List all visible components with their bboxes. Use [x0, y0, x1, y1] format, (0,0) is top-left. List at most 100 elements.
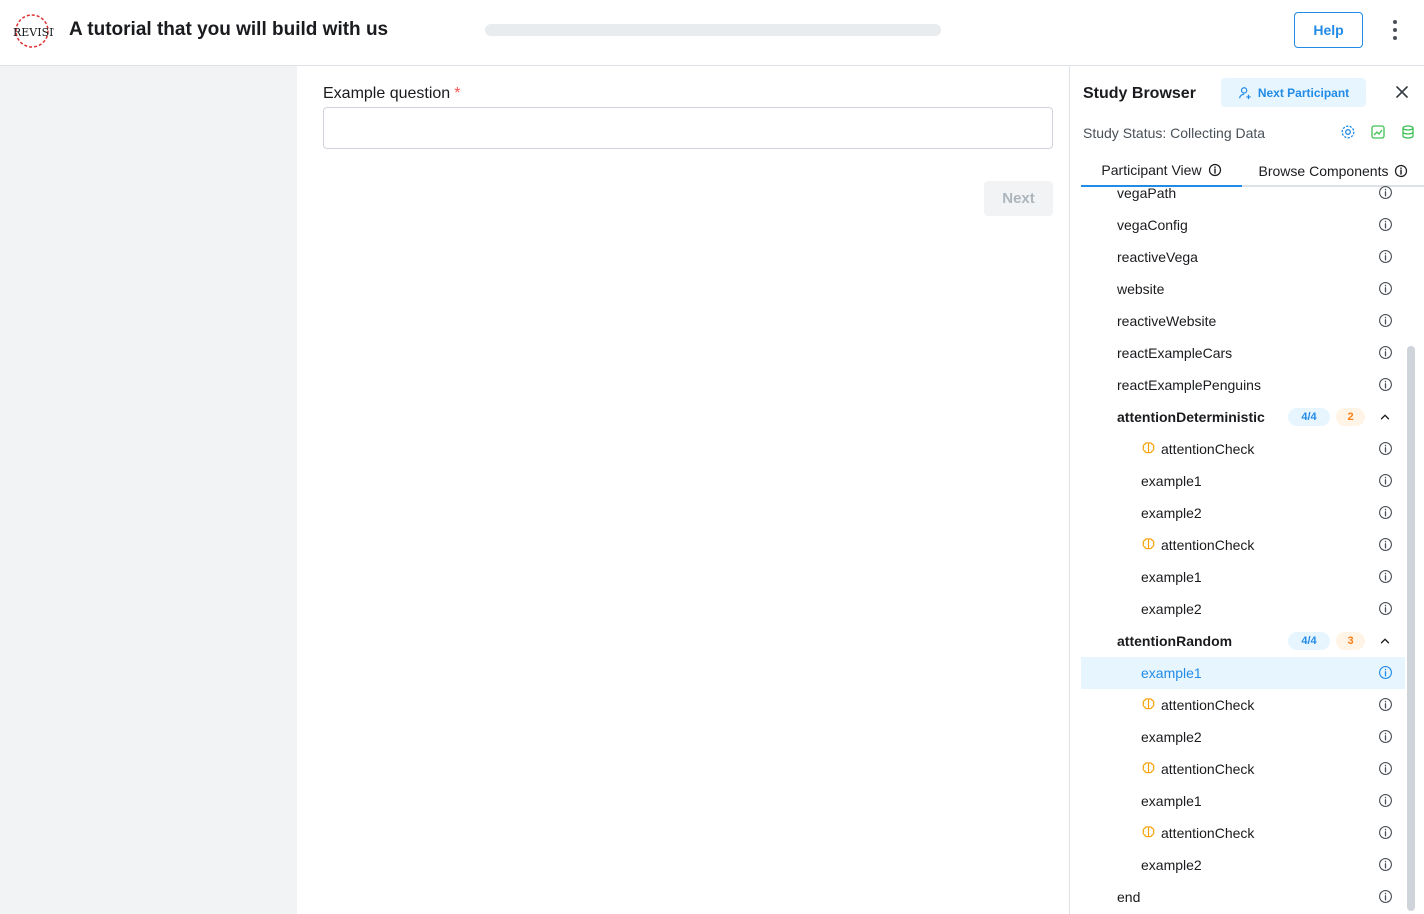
tree-row[interactable]: reactiveWebsite: [1081, 305, 1405, 337]
tree-row[interactable]: example1: [1081, 465, 1405, 497]
required-mark: *: [454, 85, 461, 102]
study-browser-title: Study Browser: [1083, 85, 1196, 102]
tree-row-label: reactExampleCars: [1117, 345, 1233, 361]
tree-row-label: attentionCheck: [1161, 761, 1255, 777]
info-icon[interactable]: [1378, 857, 1393, 872]
info-icon[interactable]: [1378, 889, 1393, 904]
tree-group-row[interactable]: attentionRandom 4/4 3: [1081, 625, 1405, 657]
tree-row[interactable]: attentionCheck: [1081, 753, 1405, 785]
tree-row-label: attentionRandom: [1117, 633, 1233, 649]
info-icon[interactable]: [1378, 569, 1393, 584]
tree-row-label: reactExamplePenguins: [1117, 377, 1261, 393]
left-pane: [0, 66, 297, 914]
completion-badge: 4/4: [1288, 632, 1330, 650]
info-icon[interactable]: [1378, 441, 1393, 456]
tree-row-label: vegaPath: [1117, 185, 1177, 201]
completion-badge: 4/4: [1288, 408, 1330, 426]
tree-row[interactable]: website: [1081, 273, 1405, 305]
close-icon[interactable]: [1394, 84, 1410, 100]
brain-icon: [1141, 825, 1156, 840]
brain-icon: [1141, 537, 1156, 552]
tree-row-label: end: [1117, 889, 1141, 905]
info-icon[interactable]: [1378, 185, 1393, 200]
info-icon[interactable]: [1378, 249, 1393, 264]
info-icon[interactable]: [1378, 761, 1393, 776]
question-label: Example question *: [323, 85, 461, 102]
tree-row[interactable]: reactExamplePenguins: [1081, 369, 1405, 401]
info-icon[interactable]: [1378, 217, 1393, 232]
chevron-up-icon[interactable]: [1378, 634, 1392, 648]
next-participant-button[interactable]: Next Participant: [1221, 78, 1366, 107]
tree-row[interactable]: attentionCheck: [1081, 817, 1405, 849]
status-actions: [1340, 124, 1416, 140]
order-badge: 2: [1336, 408, 1365, 426]
tree-scrollbar[interactable]: [1407, 346, 1415, 911]
tree-row-label: example2: [1141, 601, 1202, 617]
tree-row[interactable]: example2: [1081, 497, 1405, 529]
tab-label: Participant View: [1101, 161, 1202, 178]
tree-row-label: attentionCheck: [1161, 441, 1255, 457]
revisit-logo: REVISIT: [13, 14, 54, 48]
question-answer-input[interactable]: [323, 107, 1053, 149]
more-menu-icon[interactable]: [1385, 14, 1405, 46]
tree-row-label: example1: [1141, 665, 1202, 681]
info-icon[interactable]: [1378, 313, 1393, 328]
tree-row-label: example1: [1141, 473, 1202, 489]
database-icon[interactable]: [1400, 124, 1416, 140]
info-icon[interactable]: [1378, 825, 1393, 840]
tree-group-row[interactable]: attentionDeterministic 4/4 2: [1081, 401, 1405, 433]
study-progress-bar: [485, 24, 941, 36]
tree-row[interactable]: example1: [1081, 657, 1405, 689]
tree-row[interactable]: end: [1081, 881, 1405, 913]
tree-row-label: attentionCheck: [1161, 697, 1255, 713]
tree-row-label: attentionCheck: [1161, 825, 1255, 841]
next-participant-label: Next Participant: [1257, 85, 1350, 100]
tree-row-label: example1: [1141, 569, 1202, 585]
main-content: Example question * Next: [297, 66, 1069, 914]
tree-row[interactable]: vegaConfig: [1081, 209, 1405, 241]
tree-row[interactable]: attentionCheck: [1081, 689, 1405, 721]
info-icon[interactable]: [1378, 793, 1393, 808]
info-icon[interactable]: [1378, 729, 1393, 744]
tree-row[interactable]: example2: [1081, 593, 1405, 625]
tree-row[interactable]: example2: [1081, 849, 1405, 881]
tree-row-label: example2: [1141, 505, 1202, 521]
info-icon[interactable]: [1378, 697, 1393, 712]
app-header: REVISIT A tutorial that you will build w…: [0, 0, 1424, 66]
chart-icon[interactable]: [1370, 124, 1386, 140]
brain-icon: [1141, 441, 1156, 456]
tree-row-label: reactiveWebsite: [1117, 313, 1217, 329]
tree-row[interactable]: vegaPath: [1081, 177, 1405, 209]
info-icon: [1208, 163, 1221, 176]
info-icon[interactable]: [1378, 665, 1393, 680]
tree-row[interactable]: attentionCheck: [1081, 529, 1405, 561]
tree-row[interactable]: example2: [1081, 721, 1405, 753]
next-button[interactable]: Next: [984, 181, 1053, 216]
info-icon[interactable]: [1378, 537, 1393, 552]
info-icon[interactable]: [1378, 601, 1393, 616]
info-icon: [1395, 164, 1408, 177]
component-tree: vegaPath vegaConfig reactiveVega website rea…: [1081, 179, 1405, 914]
brain-icon: [1141, 697, 1156, 712]
tree-row-label: reactiveVega: [1117, 249, 1198, 265]
info-icon[interactable]: [1378, 505, 1393, 520]
help-button[interactable]: Help: [1294, 12, 1363, 48]
tree-row[interactable]: example1: [1081, 785, 1405, 817]
study-browser: Study Browser Next Participant Study Sta…: [1069, 66, 1424, 914]
tree-row-label: example2: [1141, 729, 1202, 745]
tree-row[interactable]: attentionCheck: [1081, 433, 1405, 465]
chevron-up-icon[interactable]: [1378, 410, 1392, 424]
info-icon[interactable]: [1378, 473, 1393, 488]
tree-row[interactable]: reactExampleCars: [1081, 337, 1405, 369]
order-badge: 3: [1336, 632, 1365, 650]
tree-row[interactable]: example1: [1081, 561, 1405, 593]
tree-row-label: vegaConfig: [1117, 217, 1188, 233]
tree-row-label: attentionCheck: [1161, 537, 1255, 553]
tree-row[interactable]: reactiveVega: [1081, 241, 1405, 273]
info-icon[interactable]: [1378, 377, 1393, 392]
info-icon[interactable]: [1378, 281, 1393, 296]
gear-icon[interactable]: [1340, 124, 1356, 140]
info-icon[interactable]: [1378, 345, 1393, 360]
study-status: Study Status: Collecting Data: [1083, 125, 1266, 141]
svg-text:REVISIT: REVISIT: [13, 26, 54, 39]
